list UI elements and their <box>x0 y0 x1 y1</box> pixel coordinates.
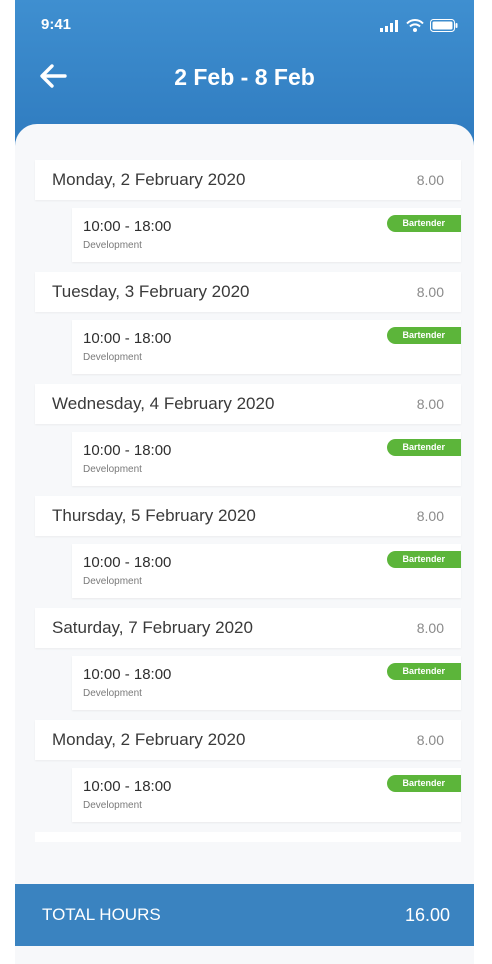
shift-time: 10:00 - 18:00 <box>83 330 172 347</box>
shift-department: Development <box>83 688 142 699</box>
shift-time: 10:00 - 18:00 <box>83 778 172 795</box>
wifi-icon <box>406 19 424 32</box>
shift-card[interactable]: 10:00 - 18:00 Development Bartender <box>72 320 461 374</box>
day-row[interactable]: Monday, 2 February 2020 8.00 <box>35 160 461 200</box>
status-time: 9:41 <box>41 16 72 33</box>
day-date: Thursday, 5 February 2020 <box>52 506 256 525</box>
day-hours: 8.00 <box>416 284 444 300</box>
day-row[interactable]: Wednesday, 4 February 2020 8.00 <box>35 384 461 424</box>
day-hours: 8.00 <box>416 620 444 636</box>
shift-time: 10:00 - 18:00 <box>83 218 172 235</box>
day-date: Saturday, 7 February 2020 <box>52 618 253 637</box>
battery-icon <box>430 19 458 32</box>
day-row[interactable]: Monday, 2 February 2020 8.00 <box>35 720 461 760</box>
total-hours-label: TOTAL HOURS <box>42 905 161 924</box>
day-list: Monday, 2 February 2020 8.00 10:00 - 18:… <box>35 160 461 842</box>
day-date: Monday, 2 February 2020 <box>52 170 246 189</box>
day-row[interactable]: Tuesday, 3 February 2020 8.00 <box>35 272 461 312</box>
day-hours: 8.00 <box>416 396 444 412</box>
day-date: Wednesday, 4 February 2020 <box>52 394 275 413</box>
shift-department: Development <box>83 352 142 363</box>
role-badge: Bartender <box>387 775 461 792</box>
shift-card[interactable]: 10:00 - 18:00 Development Bartender <box>72 432 461 486</box>
shift-department: Development <box>83 240 142 251</box>
day-date: Tuesday, 3 February 2020 <box>52 282 250 301</box>
role-badge: Bartender <box>387 327 461 344</box>
schedule-sheet: Monday, 2 February 2020 8.00 10:00 - 18:… <box>15 124 474 852</box>
signal-icon <box>380 19 398 32</box>
shift-card[interactable]: 10:00 - 18:00 Development Bartender <box>72 656 461 710</box>
shift-card[interactable]: 10:00 - 18:00 Development Bartender <box>72 768 461 822</box>
phone-screen: 9:41 2 Feb - 8 Feb Monday, 2 February 20… <box>15 0 474 964</box>
role-badge: Bartender <box>387 551 461 568</box>
day-hours: 8.00 <box>416 508 444 524</box>
shift-time: 10:00 - 18:00 <box>83 554 172 571</box>
day-hours: 8.00 <box>416 732 444 748</box>
page-title: 2 Feb - 8 Feb <box>174 64 315 90</box>
day-hours: 8.00 <box>416 172 444 188</box>
shift-time: 10:00 - 18:00 <box>83 666 172 683</box>
role-badge: Bartender <box>387 439 461 456</box>
day-date: Monday, 2 February 2020 <box>52 730 246 749</box>
total-hours-bar: TOTAL HOURS 16.00 <box>15 884 474 946</box>
role-badge: Bartender <box>387 663 461 680</box>
role-badge: Bartender <box>387 215 461 232</box>
total-hours-value: 16.00 <box>404 904 450 925</box>
status-icons <box>380 19 458 32</box>
day-row[interactable]: Saturday, 7 February 2020 8.00 <box>35 608 461 648</box>
shift-card[interactable]: 10:00 - 18:00 Development Bartender <box>72 208 461 262</box>
day-row-partial <box>35 832 461 842</box>
day-row[interactable]: Thursday, 5 February 2020 8.00 <box>35 496 461 536</box>
shift-card[interactable]: 10:00 - 18:00 Development Bartender <box>72 544 461 598</box>
shift-department: Development <box>83 576 142 587</box>
shift-department: Development <box>83 464 142 475</box>
shift-department: Development <box>83 800 142 811</box>
shift-time: 10:00 - 18:00 <box>83 442 172 459</box>
